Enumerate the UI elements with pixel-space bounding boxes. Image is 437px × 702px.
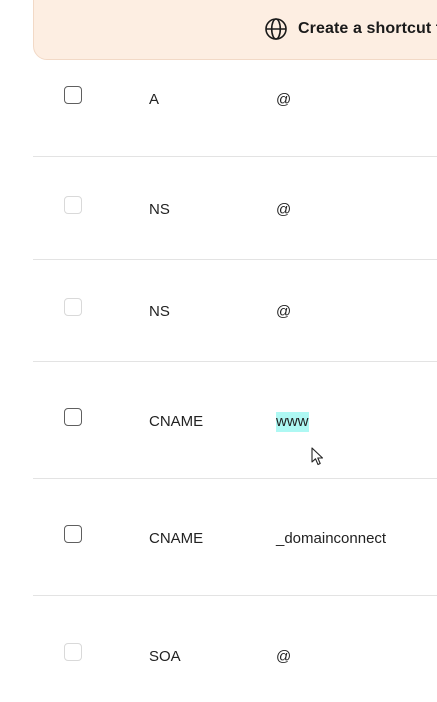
record-type: CNAME xyxy=(149,413,204,430)
record-type: A xyxy=(149,91,160,108)
record-type: NS xyxy=(149,303,170,320)
table-row[interactable]: CNAME www xyxy=(33,362,437,479)
record-type: SOA xyxy=(149,648,181,665)
row-select-checkbox[interactable] xyxy=(64,408,82,426)
table-row[interactable]: CNAME _domainconnect xyxy=(33,479,437,596)
create-shortcut-banner[interactable]: Create a shortcut to xyxy=(33,0,437,60)
row-select-checkbox[interactable] xyxy=(64,525,82,543)
table-row[interactable]: NS @ xyxy=(33,260,437,362)
mouse-pointer-icon xyxy=(311,447,324,466)
record-type: NS xyxy=(149,201,170,218)
record-name: _domainconnect xyxy=(276,530,387,547)
record-name-highlighted: www xyxy=(276,412,309,432)
globe-icon xyxy=(265,18,287,40)
table-row[interactable]: A @ xyxy=(33,60,437,157)
create-shortcut-text: Create a shortcut to xyxy=(298,20,437,37)
record-name: @ xyxy=(276,648,292,665)
table-row[interactable]: NS @ xyxy=(33,157,437,260)
record-type: CNAME xyxy=(149,530,204,547)
row-select-checkbox[interactable] xyxy=(64,86,82,104)
table-row[interactable]: SOA @ xyxy=(33,596,437,702)
row-select-checkbox xyxy=(64,298,82,316)
row-select-checkbox xyxy=(64,643,82,661)
record-name: @ xyxy=(276,201,292,218)
record-name: @ xyxy=(276,303,292,320)
dns-records-page: Create a shortcut to A @ NS @ NS @ CNAME… xyxy=(0,0,437,702)
record-name: @ xyxy=(276,91,292,108)
row-select-checkbox xyxy=(64,196,82,214)
